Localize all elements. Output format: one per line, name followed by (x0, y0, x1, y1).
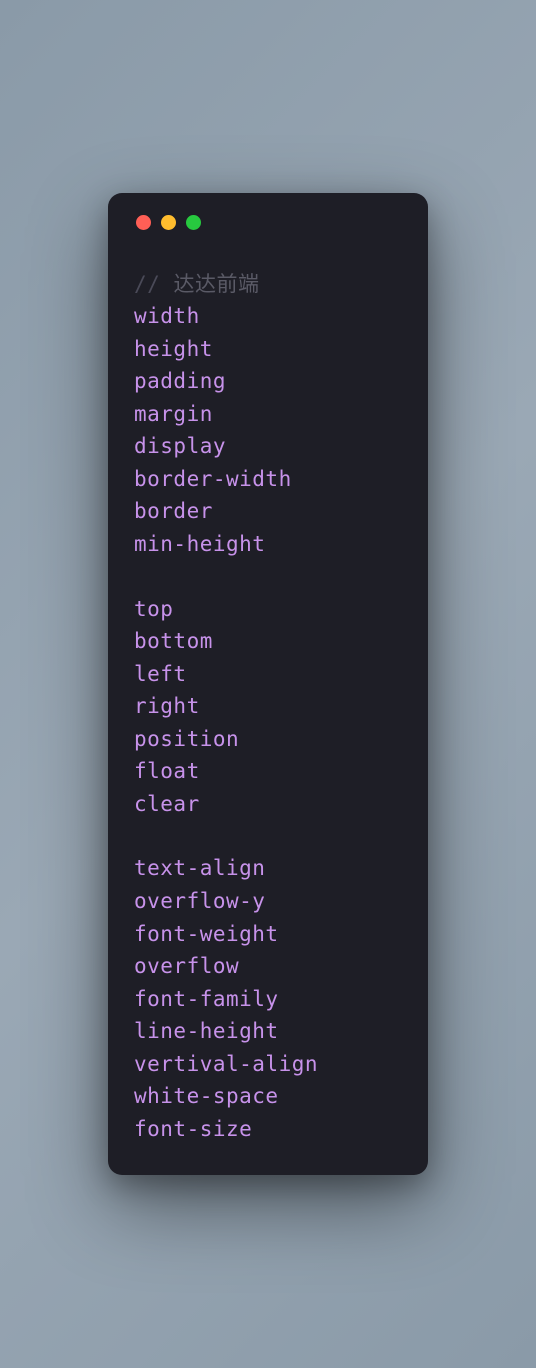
maximize-icon[interactable] (186, 215, 201, 230)
css-property: border (134, 495, 402, 528)
code-window: // 达达前端 width height padding margin disp… (108, 193, 428, 1176)
css-property: border-width (134, 463, 402, 496)
css-property: top (134, 593, 402, 626)
css-property: overflow-y (134, 885, 402, 918)
close-icon[interactable] (136, 215, 151, 230)
css-property: left (134, 658, 402, 691)
css-property: float (134, 755, 402, 788)
css-property: line-height (134, 1015, 402, 1048)
css-property: overflow (134, 950, 402, 983)
css-property: height (134, 333, 402, 366)
css-property: clear (134, 788, 402, 821)
css-property: white-space (134, 1080, 402, 1113)
comment-text: 达达前端 (160, 272, 259, 296)
blank-line (134, 561, 402, 593)
css-property: margin (134, 398, 402, 431)
css-property: font-size (134, 1113, 402, 1146)
css-property: font-family (134, 983, 402, 1016)
comment-slashes: // (134, 272, 160, 296)
css-property: vertival-align (134, 1048, 402, 1081)
css-property: position (134, 723, 402, 756)
css-property: display (134, 430, 402, 463)
code-comment: // 达达前端 (134, 268, 402, 301)
css-property: min-height (134, 528, 402, 561)
minimize-icon[interactable] (161, 215, 176, 230)
css-property: padding (134, 365, 402, 398)
traffic-lights (134, 215, 402, 230)
css-property: text-align (134, 852, 402, 885)
css-property: font-weight (134, 918, 402, 951)
blank-line (134, 820, 402, 852)
css-property: bottom (134, 625, 402, 658)
code-content: // 达达前端 width height padding margin disp… (134, 268, 402, 1146)
css-property: right (134, 690, 402, 723)
css-property: width (134, 300, 402, 333)
